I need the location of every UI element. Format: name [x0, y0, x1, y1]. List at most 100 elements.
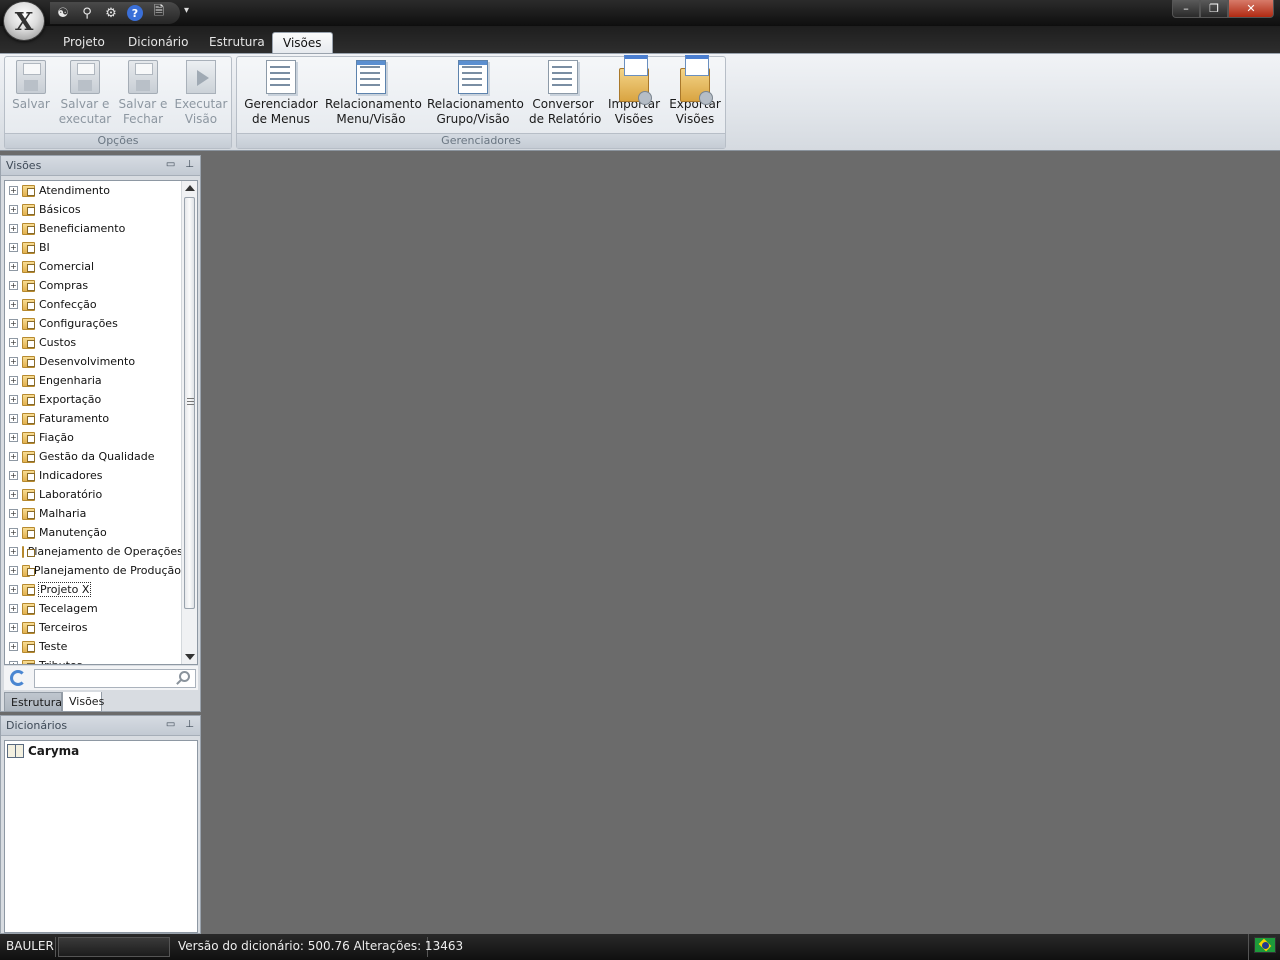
folder-icon	[21, 564, 35, 577]
tree-item[interactable]: + Tributos	[5, 656, 181, 664]
tree-item[interactable]: + Engenharia	[5, 371, 181, 390]
expand-icon[interactable]: +	[9, 490, 18, 499]
tree-item[interactable]: + Gestão da Qualidade	[5, 447, 181, 466]
users-icon[interactable]: ☯	[54, 4, 72, 22]
report-converter-button[interactable]: Conversor de Relatório	[529, 60, 601, 127]
expand-icon[interactable]: +	[9, 205, 18, 214]
quick-access-toolbar: ☯ ⚲ ⚙ ? 🗎	[50, 2, 180, 24]
expand-icon[interactable]: +	[9, 566, 18, 575]
tree-item[interactable]: + Manutenção	[5, 523, 181, 542]
help-button[interactable]: ?	[126, 4, 144, 22]
application-menu-button[interactable]: X	[3, 1, 45, 41]
expand-icon[interactable]: +	[9, 262, 18, 271]
tree-item[interactable]: + Compras	[5, 276, 181, 295]
expand-icon[interactable]: +	[9, 357, 18, 366]
tree-item[interactable]: + Planejamento de Produção	[5, 561, 181, 580]
expand-icon[interactable]: +	[9, 623, 18, 632]
tree-item[interactable]: + Planejamento de Operações	[5, 542, 183, 561]
tree-item[interactable]: + Comercial	[5, 257, 181, 276]
tree-item[interactable]: + Faturamento	[5, 409, 181, 428]
expand-icon[interactable]: +	[9, 642, 18, 651]
scroll-down-icon[interactable]	[185, 654, 195, 660]
expand-icon[interactable]: +	[9, 509, 18, 518]
expand-icon[interactable]: +	[9, 224, 18, 233]
minimize-button[interactable]: –	[1172, 0, 1200, 18]
help-icon: ?	[127, 5, 143, 21]
tree-item[interactable]: + Fiação	[5, 428, 181, 447]
tab-estrutura[interactable]: Estrutura	[199, 32, 275, 54]
restore-button[interactable]: ❐	[1200, 0, 1228, 18]
save-close-button[interactable]: Salvar e Fechar	[117, 60, 169, 127]
scroll-thumb[interactable]	[184, 197, 195, 609]
tree-item[interactable]: + Beneficiamento	[5, 219, 181, 238]
expand-icon[interactable]: +	[9, 281, 18, 290]
tree-item[interactable]: + Custos	[5, 333, 181, 352]
export-views-button[interactable]: Exportar Visões	[667, 55, 723, 127]
expand-icon[interactable]: +	[9, 452, 18, 461]
panel-minimize-icon[interactable]: ▭	[166, 159, 175, 170]
tab-projeto[interactable]: Projeto	[53, 32, 115, 54]
save-execute-button[interactable]: Salvar e executar	[57, 60, 113, 127]
search-icon[interactable]: ⚲	[78, 4, 96, 22]
expand-icon[interactable]: +	[9, 585, 18, 594]
expand-icon[interactable]: +	[9, 471, 18, 480]
menu-manager-button[interactable]: Gerenciador de Menus	[243, 60, 319, 127]
expand-icon[interactable]: +	[9, 395, 18, 404]
tree-item[interactable]: + Confecção	[5, 295, 181, 314]
tree-item[interactable]: + Malharia	[5, 504, 181, 523]
tab-dicionario[interactable]: Dicionário	[118, 32, 198, 54]
expand-icon[interactable]: +	[9, 338, 18, 347]
window-controls: – ❐ ✕	[1172, 0, 1274, 18]
gear-icon[interactable]: ⚙	[102, 4, 120, 22]
expand-icon[interactable]: +	[9, 300, 18, 309]
import-views-button[interactable]: Importar Visões	[605, 55, 663, 127]
expand-icon[interactable]: +	[9, 376, 18, 385]
expand-icon[interactable]: +	[9, 433, 18, 442]
tree-item[interactable]: + Teste	[5, 637, 181, 656]
expand-icon[interactable]: +	[9, 319, 18, 328]
menu-relation-button[interactable]: Relacionamento Menu/Visão	[325, 60, 422, 127]
close-button[interactable]: ✕	[1228, 0, 1274, 18]
tree-item[interactable]: + Configurações	[5, 314, 181, 333]
tree-item[interactable]: + Projeto X	[5, 580, 181, 599]
language-indicator[interactable]	[1248, 934, 1280, 960]
refresh-icon[interactable]	[10, 670, 26, 686]
folder-icon	[22, 659, 35, 664]
expand-icon[interactable]: +	[9, 547, 18, 556]
expand-icon[interactable]: +	[9, 186, 18, 195]
expand-icon[interactable]: +	[9, 243, 18, 252]
tree-item[interactable]: + Desenvolvimento	[5, 352, 181, 371]
expand-icon[interactable]: +	[9, 528, 18, 537]
pin-icon[interactable]: ⊥	[185, 159, 194, 170]
folder-icon	[22, 355, 35, 368]
execute-view-button[interactable]: Executar Visão	[173, 60, 229, 127]
tree-item[interactable]: + Tecelagem	[5, 599, 181, 618]
search-icon[interactable]	[179, 671, 190, 682]
tab-visoes[interactable]: Visões	[272, 32, 333, 54]
save-button[interactable]: Salvar	[9, 60, 53, 112]
tree-scrollbar[interactable]	[181, 181, 197, 664]
panel-minimize-icon[interactable]: ▭	[166, 719, 175, 730]
folder-icon	[22, 393, 35, 406]
quick-access-dropdown-icon[interactable]: ▾	[184, 5, 189, 16]
pin-icon[interactable]: ⊥	[185, 719, 194, 730]
tree-item[interactable]: + Terceiros	[5, 618, 181, 637]
tab-visoes-panel[interactable]: Visões	[62, 692, 104, 712]
tree-item[interactable]: + Exportação	[5, 390, 181, 409]
group-relation-button[interactable]: Relacionamento Grupo/Visão	[427, 60, 524, 127]
tree-item[interactable]: + Laboratório	[5, 485, 181, 504]
tree-item[interactable]: + BI	[5, 238, 181, 257]
expand-icon[interactable]: +	[9, 414, 18, 423]
dictionary-item[interactable]: Caryma	[5, 741, 197, 761]
tree-item[interactable]: + Atendimento	[5, 181, 181, 200]
scroll-up-icon[interactable]	[185, 185, 195, 191]
tree-item[interactable]: + Indicadores	[5, 466, 181, 485]
tree-search-input[interactable]	[34, 669, 196, 688]
tree-item[interactable]: + Básicos	[5, 200, 181, 219]
document-info-icon[interactable]: 🗎	[150, 4, 168, 22]
tab-estrutura-panel[interactable]: Estrutura	[4, 692, 62, 712]
tree-list: + Atendimento + Básicos + Beneficiamento + BI + C…	[5, 181, 183, 664]
expand-icon[interactable]: +	[9, 661, 18, 664]
folder-icon	[22, 621, 35, 634]
expand-icon[interactable]: +	[9, 604, 18, 613]
